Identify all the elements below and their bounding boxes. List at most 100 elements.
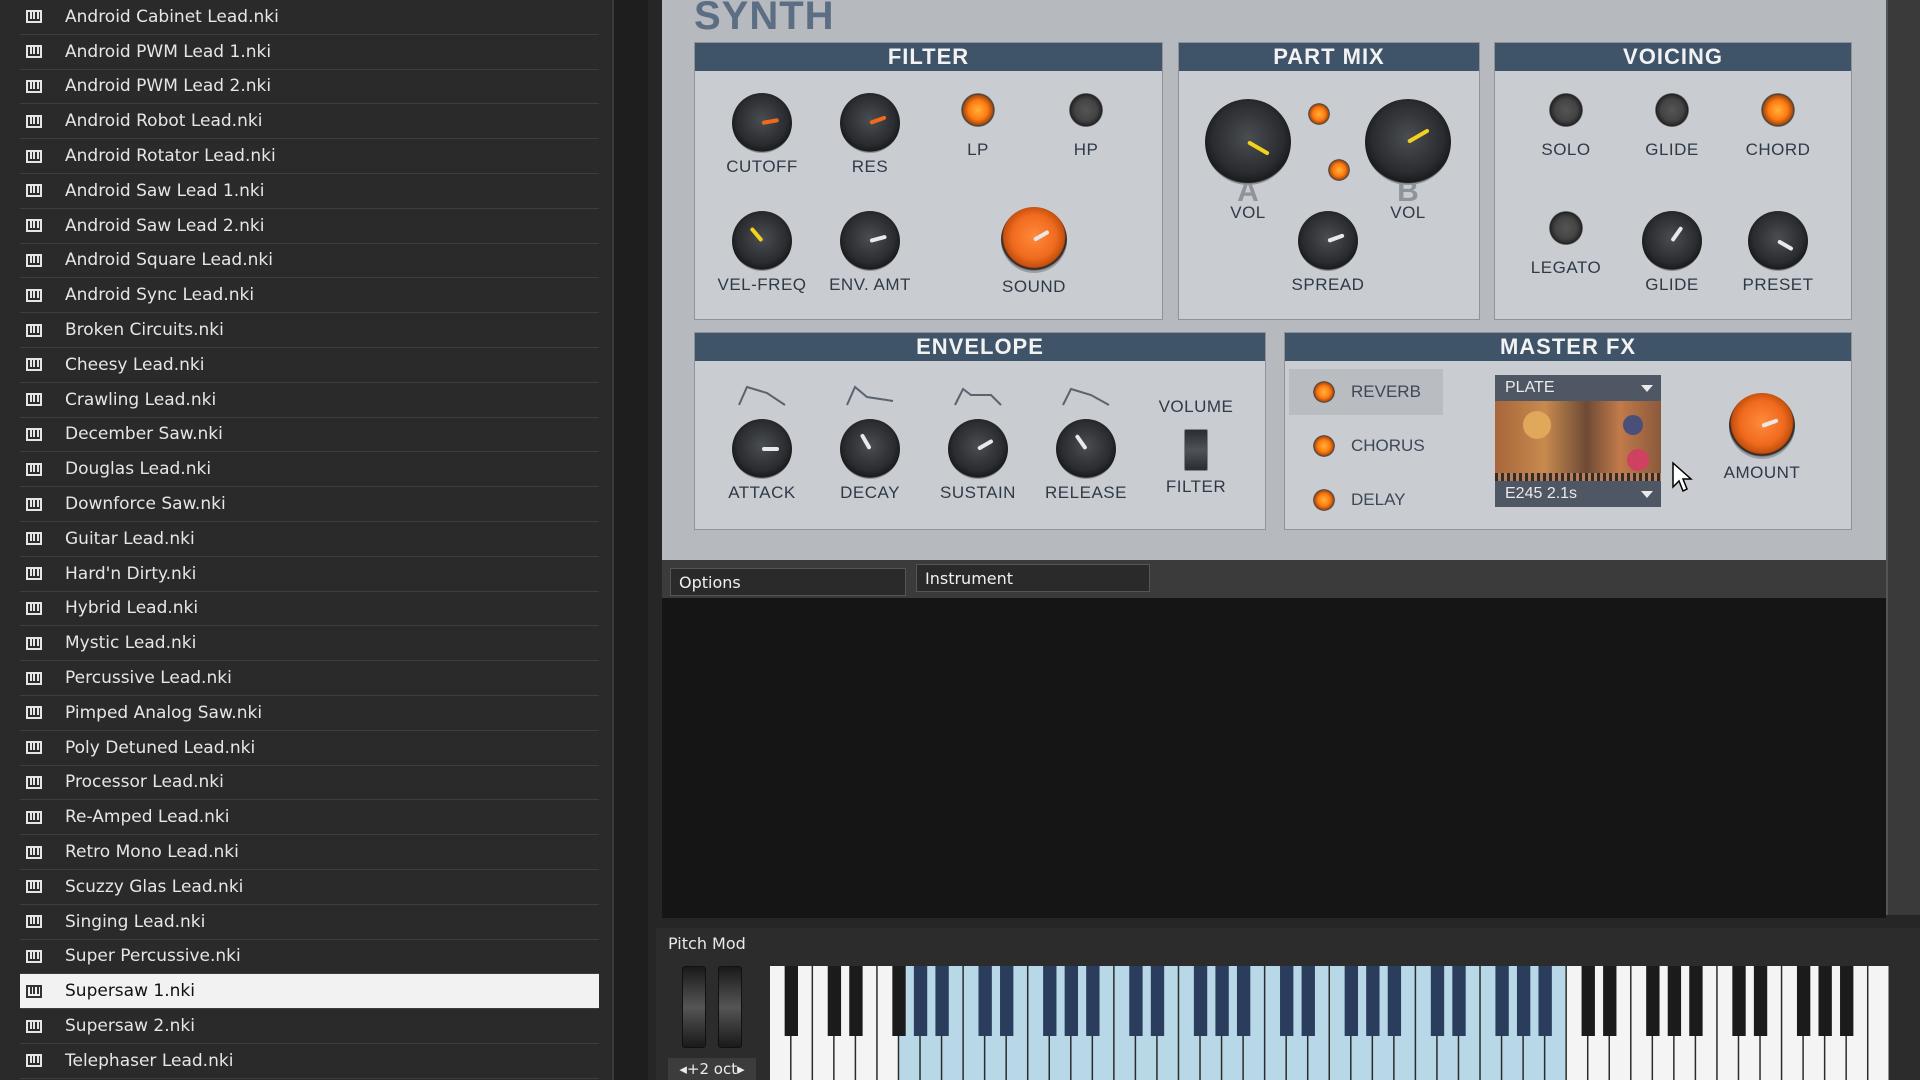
file-item[interactable]: Android Square Lead.nki (20, 244, 599, 279)
release-knob[interactable] (1056, 419, 1116, 479)
vol-b-knob[interactable] (1365, 99, 1451, 185)
black-key[interactable] (935, 966, 949, 1036)
tab-instrument[interactable]: Instrument (916, 564, 1150, 592)
black-key[interactable] (1193, 966, 1208, 1036)
lp-led[interactable] (961, 93, 995, 127)
black-key[interactable] (1215, 966, 1229, 1036)
file-item[interactable]: Hard'n Dirty.nki (20, 557, 599, 592)
black-key[interactable] (1495, 966, 1509, 1036)
file-item[interactable]: Android Saw Lead 2.nki (20, 209, 599, 244)
black-key[interactable] (1538, 966, 1552, 1036)
black-key[interactable] (1280, 966, 1294, 1036)
pitch-wheel[interactable] (682, 966, 706, 1048)
file-item[interactable]: Percussive Lead.nki (20, 661, 599, 696)
decay-control[interactable]: DECAY (815, 383, 925, 503)
file-item[interactable]: Guitar Lead.nki (20, 522, 599, 557)
file-item[interactable]: Re-Amped Lead.nki (20, 800, 599, 836)
file-item[interactable]: Android Saw Lead 1.nki (20, 174, 599, 209)
black-key[interactable] (1689, 966, 1703, 1036)
file-item[interactable]: Supersaw 1.nki (20, 974, 599, 1010)
black-key[interactable] (1064, 966, 1078, 1036)
black-key[interactable] (1581, 966, 1595, 1036)
black-key[interactable] (892, 966, 906, 1036)
spread-knob[interactable] (1298, 211, 1358, 271)
black-key[interactable] (1301, 966, 1315, 1036)
file-item[interactable]: Mystic Lead.nki (20, 626, 599, 662)
chord-led[interactable] (1761, 93, 1795, 127)
legato-led[interactable] (1549, 211, 1583, 245)
attack-control[interactable]: ATTACK (707, 383, 817, 503)
file-item[interactable]: Android Cabinet Lead.nki (20, 0, 599, 35)
volume-filter-switch-control[interactable]: VOLUME FILTER (1141, 393, 1251, 497)
release-control[interactable]: RELEASE (1031, 383, 1141, 503)
file-item[interactable]: Telephaser Lead.nki (20, 1044, 599, 1079)
glide-knob-control[interactable]: GLIDE (1617, 211, 1727, 295)
delay-toggle[interactable]: DELAY (1289, 477, 1443, 523)
glide-button-control[interactable]: GLIDE (1617, 80, 1727, 160)
cutoff-knob[interactable] (732, 93, 792, 153)
black-key[interactable] (1452, 966, 1466, 1036)
file-item[interactable]: Retro Mono Lead.nki (20, 835, 599, 870)
delay-led[interactable] (1313, 489, 1335, 511)
black-key[interactable] (978, 966, 992, 1036)
res-knob[interactable] (840, 93, 900, 153)
black-key[interactable] (1818, 966, 1832, 1036)
file-item[interactable]: Pimped Analog Saw.nki (20, 696, 599, 731)
part-a-led[interactable] (1308, 103, 1330, 125)
black-key[interactable] (1000, 966, 1014, 1036)
black-key[interactable] (1732, 966, 1746, 1036)
reverb-led[interactable] (1313, 381, 1335, 403)
file-item[interactable]: Downforce Saw.nki (20, 487, 599, 522)
glide-knob[interactable] (1642, 211, 1702, 271)
vel-freq-knob[interactable] (732, 211, 792, 271)
file-item[interactable]: Singing Lead.nki (20, 905, 599, 940)
vol-a-knob[interactable] (1205, 99, 1291, 185)
black-key[interactable] (1753, 966, 1768, 1036)
spread-control[interactable]: SPREAD (1273, 211, 1383, 295)
preset-control[interactable]: PRESET (1723, 211, 1833, 295)
browser-scroll-gutter[interactable] (612, 0, 648, 1080)
hp-led[interactable] (1069, 93, 1103, 127)
black-key[interactable] (1646, 966, 1660, 1036)
legato-control[interactable]: LEGATO (1511, 198, 1621, 278)
sustain-control[interactable]: SUSTAIN (923, 383, 1033, 503)
file-item[interactable]: Android Robot Lead.nki (20, 104, 599, 140)
attack-knob[interactable] (732, 419, 792, 479)
amount-control[interactable]: AMOUNT (1707, 393, 1817, 483)
solo-led[interactable] (1549, 93, 1583, 127)
black-key[interactable] (1150, 966, 1165, 1036)
tab-options[interactable]: Options (670, 568, 906, 596)
black-key[interactable] (1796, 966, 1811, 1036)
octave-selector[interactable]: ◂+2 oct▸ (668, 1058, 756, 1080)
res-control[interactable]: RES (815, 93, 925, 177)
right-scroll-strip[interactable] (1886, 0, 1920, 915)
black-key[interactable] (1430, 966, 1445, 1036)
file-item[interactable]: Crawling Lead.nki (20, 383, 599, 418)
reverb-type-dropdown[interactable]: PLATE (1495, 375, 1661, 401)
file-item[interactable]: Super Percussive.nki (20, 940, 599, 975)
file-item[interactable]: Cheesy Lead.nki (20, 348, 599, 383)
black-key[interactable] (1667, 966, 1682, 1036)
black-key[interactable] (913, 966, 928, 1036)
solo-control[interactable]: SOLO (1511, 80, 1621, 160)
part-b-led[interactable] (1328, 159, 1350, 181)
white-key[interactable] (1868, 966, 1889, 1080)
reverb-toggle[interactable]: REVERB (1289, 369, 1443, 415)
volume-filter-switch[interactable] (1184, 429, 1208, 471)
black-key[interactable] (827, 966, 842, 1036)
black-key[interactable] (1344, 966, 1358, 1036)
black-key[interactable] (1043, 966, 1057, 1036)
black-key[interactable] (1129, 966, 1143, 1036)
env-amt-control[interactable]: ENV. AMT (815, 211, 925, 295)
reverb-preset-dropdown[interactable]: E245 2.1s (1495, 481, 1661, 507)
file-item[interactable]: Poly Detuned Lead.nki (20, 731, 599, 766)
vol-b-control[interactable]: B VOL (1353, 99, 1463, 223)
glide-led[interactable] (1655, 93, 1689, 127)
mod-wheel[interactable] (718, 966, 742, 1048)
hp-control[interactable]: HP (1031, 80, 1141, 160)
black-key[interactable] (784, 966, 798, 1036)
file-item[interactable]: Douglas Lead.nki (20, 452, 599, 488)
vel-freq-control[interactable]: VEL-FREQ (707, 211, 817, 295)
black-key[interactable] (1366, 966, 1380, 1036)
sustain-knob[interactable] (948, 419, 1008, 479)
